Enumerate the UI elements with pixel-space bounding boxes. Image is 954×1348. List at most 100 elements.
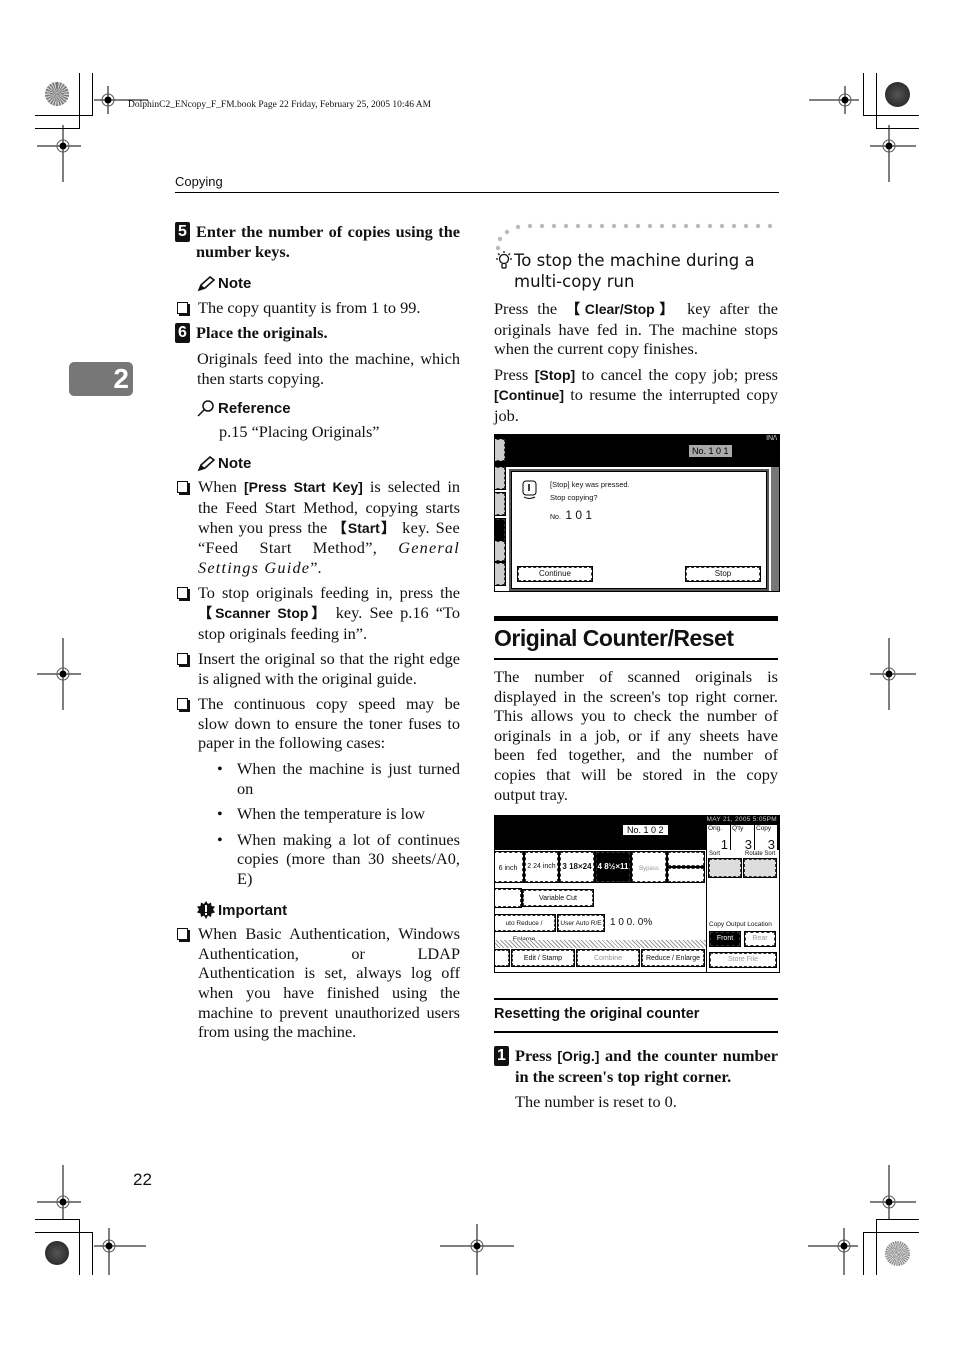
bullet-icon: • — [217, 829, 223, 849]
note-item: When [Press Start Key] is selected in th… — [175, 477, 460, 577]
dialog-box: [Stop] key was pressed. Stop copying? No… — [509, 469, 769, 591]
note-text: To stop originals feeding in, press the … — [198, 583, 460, 643]
key-label: [Continue] — [494, 387, 564, 404]
partial-button[interactable] — [495, 888, 522, 908]
tray-label: 3 18×24 — [562, 862, 592, 871]
note-text: Insert the original so that the right ed… — [198, 649, 460, 688]
bullet-text: When the temperature is low — [237, 804, 426, 824]
orig-value: 1 — [720, 837, 728, 852]
header-rule — [175, 192, 779, 193]
checkbox-icon — [177, 481, 188, 494]
dialog-message: [Stop] key was pressed. — [550, 480, 630, 489]
paper-tray-2[interactable]: 2 24 inch — [524, 851, 559, 883]
note-text: The copy quantity is from 1 to 99. — [198, 297, 421, 317]
tip-heading: To stop the machine during a multi-copy … — [494, 250, 778, 292]
bullet-icon: • — [217, 804, 223, 824]
dialog-number: No. 1 0 1 — [550, 506, 592, 524]
pencil-icon — [197, 275, 215, 292]
reset-step: 1 Press [Orig.] and the counter number i… — [494, 1046, 778, 1112]
crosshair-icon — [808, 1218, 880, 1290]
checkbox-icon — [177, 928, 188, 941]
bottom-tab-partial[interactable] — [495, 949, 510, 967]
note-item: The copy quantity is from 1 to 99. — [175, 298, 460, 318]
paper-tray-4[interactable]: 4 8½×11 — [595, 851, 631, 883]
tray-label: 4 8½×11 — [597, 862, 629, 871]
tray-label: 2 24 inch — [527, 863, 556, 870]
qty-display: Q'ty 3 — [731, 825, 755, 852]
key-label: 【Clear/Stop】 — [565, 301, 679, 317]
tip-paragraph-1: Press the 【Clear/Stop】 key after the ori… — [494, 299, 778, 359]
store-file-button[interactable]: Store File — [709, 952, 777, 968]
rear-button[interactable]: Rear — [744, 931, 776, 947]
edit-stamp-tab[interactable]: Edit / Stamp — [511, 949, 575, 967]
text: To stop originals feeding in, press the — [198, 583, 460, 603]
important-heading: Important — [197, 901, 460, 921]
note-item: Insert the original so that the right ed… — [175, 649, 460, 688]
step-1: 1 Press [Orig.] and the counter number i… — [494, 1046, 778, 1086]
screen-header — [495, 435, 779, 467]
side-tab — [495, 466, 506, 490]
page-number: 22 — [133, 1170, 152, 1189]
original-counter: No. 1 0 1 — [689, 445, 732, 457]
rotate-sort-label: Rotate Sort — [745, 851, 776, 857]
section-top-rule — [494, 616, 778, 621]
orig-counter-button[interactable]: Orig. 1 — [707, 825, 731, 852]
front-button[interactable]: Front — [709, 931, 741, 947]
empty-button[interactable] — [667, 867, 705, 883]
step-text: Press [Orig.] and the counter number in … — [515, 1046, 778, 1086]
rotate-sort-button[interactable] — [743, 858, 777, 878]
ratio-display: 1 0 0. 0% — [610, 917, 653, 928]
subsection-title: Resetting the original counter — [494, 1006, 700, 1022]
step-number-badge: 1 — [494, 1046, 509, 1066]
reference-link[interactable]: p.15 “Placing Originals” — [219, 422, 460, 442]
bullet-item: • When the temperature is low — [217, 804, 460, 824]
copy-display: Copy 3 — [755, 825, 777, 852]
key-label: 【Start】 — [332, 519, 397, 536]
paper-tray-1[interactable]: 6 inch — [495, 851, 524, 883]
alert-hand-icon — [522, 480, 537, 499]
stop-button[interactable]: Stop — [685, 566, 761, 582]
running-head: Copying — [175, 174, 223, 189]
tray-label: 6 inch — [498, 865, 518, 872]
user-auto-re-button[interactable]: User Auto R/E — [557, 914, 605, 932]
text: Press the — [494, 299, 566, 318]
checkbox-icon — [177, 587, 188, 600]
reduce-enlarge-tab[interactable]: Reduce / Enlarge — [641, 949, 705, 967]
step-6: 6 Place the originals. — [175, 323, 460, 344]
side-tab — [495, 540, 506, 562]
orig-label: Orig. — [708, 825, 723, 832]
reference-heading: Reference — [197, 399, 460, 419]
pencil-icon — [197, 455, 215, 471]
crosshair-icon — [862, 638, 934, 710]
variable-cut-button[interactable]: Variable Cut — [522, 889, 594, 907]
sort-button[interactable] — [708, 858, 742, 878]
side-tab — [495, 492, 506, 516]
continue-button[interactable]: Continue — [517, 566, 593, 582]
important-title: Important — [218, 901, 288, 919]
copy-value: 3 — [767, 837, 775, 852]
dotted-border-icon — [495, 223, 773, 251]
empty-button[interactable] — [667, 851, 705, 867]
side-tab — [495, 562, 506, 586]
book-info: DolphinC2_ENcopy_F_FM.book Page 22 Frida… — [128, 100, 432, 110]
paper-tray-3[interactable]: 3 18×24 — [559, 851, 595, 883]
section-bottom-rule — [494, 658, 778, 660]
combine-tab[interactable]: Combine — [576, 949, 640, 967]
tray-label: Bypass — [639, 866, 659, 872]
original-counter: No. 1 0 2 — [623, 825, 668, 835]
bullet-icon: • — [217, 759, 223, 779]
bypass-tray[interactable]: Bypass — [631, 851, 667, 883]
counter-panel: Orig. 1 Q'ty 3 Copy 3 — [707, 825, 777, 852]
right-column-top: To stop the machine during a multi-copy … — [494, 250, 778, 426]
note-item: The continuous copy speed may be slow do… — [175, 694, 460, 753]
pattern-band — [495, 940, 706, 948]
reference-block: Reference p.15 “Placing Originals” — [197, 399, 460, 442]
text: When — [198, 477, 244, 497]
text: Press — [515, 1046, 558, 1065]
section-body: The number of scanned originals is displ… — [494, 667, 778, 804]
auto-reduce-enlarge-button[interactable]: uto Reduce / Enlarge — [495, 914, 556, 943]
important-item: When Basic Authentication, Windows Authe… — [175, 924, 460, 1042]
magnifier-icon — [197, 400, 214, 417]
note-heading: Note — [197, 274, 460, 294]
step-5: 5 Enter the number of copies using the n… — [175, 222, 460, 261]
